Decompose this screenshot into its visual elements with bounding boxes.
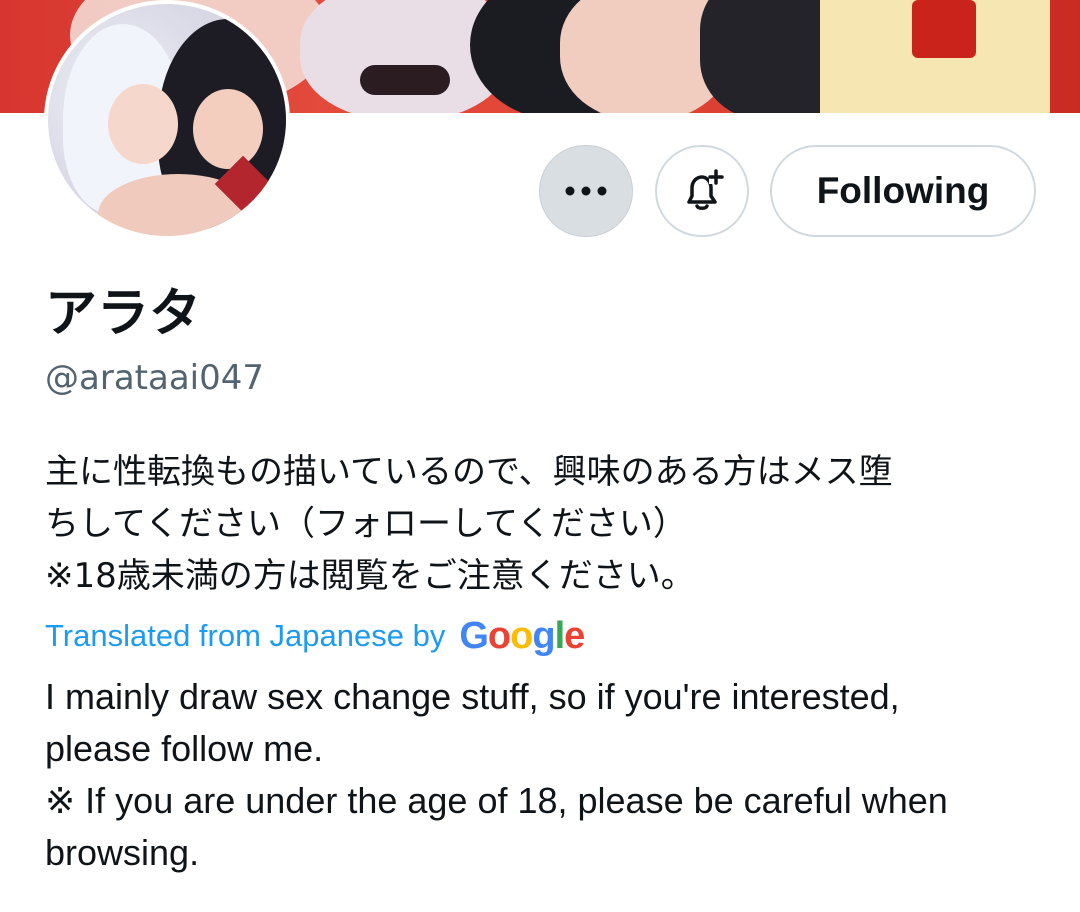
translated-bio-line: I mainly draw sex change stuff, so if yo… [45, 676, 900, 717]
banner-art [912, 0, 976, 58]
avatar[interactable] [44, 0, 290, 240]
translated-from-link[interactable]: Translated from Japanese by [45, 618, 445, 654]
bio-line: ※18歳未満の方は閲覧をご注意ください。 [45, 556, 695, 596]
translated-bio-line: ※ If you are under the age of 18, please… [45, 780, 948, 821]
notifications-button[interactable] [655, 145, 749, 237]
more-options-button[interactable] [539, 145, 633, 237]
translated-bio-line: please follow me. [45, 728, 324, 769]
avatar-art [193, 89, 263, 169]
bio-line: 主に性転換もの描いているので、興味のある方はメス堕 [45, 452, 893, 492]
user-handle: @arataai047 [45, 358, 264, 398]
avatar-art [108, 84, 178, 164]
more-horizontal-icon [565, 186, 607, 196]
banner-art [360, 65, 450, 95]
google-logo: Google [459, 614, 585, 657]
translation-attribution: Translated from Japanese by Google [45, 610, 585, 662]
display-name: アラタ [45, 284, 202, 344]
following-button[interactable]: Following [770, 145, 1036, 237]
translated-bio-line: browsing. [45, 832, 200, 873]
bell-plus-icon [687, 169, 724, 210]
bio-line: ちしてください（フォローしてください） [45, 504, 687, 544]
